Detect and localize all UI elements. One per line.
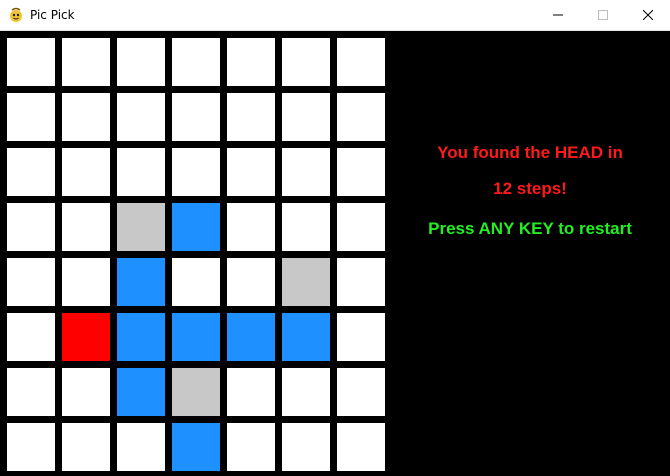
game-canvas[interactable]: You found the HEAD in 12 steps! Press AN…: [0, 31, 670, 476]
result-panel: You found the HEAD in 12 steps! Press AN…: [390, 31, 670, 476]
restart-hint: Press ANY KEY to restart: [428, 219, 632, 238]
board-cell-empty[interactable]: [282, 38, 330, 86]
board-cell-empty[interactable]: [337, 313, 385, 361]
minimize-icon: [552, 14, 563, 16]
board-cell-empty[interactable]: [227, 38, 275, 86]
board-cell-empty[interactable]: [282, 423, 330, 471]
board-cell-empty[interactable]: [227, 93, 275, 141]
result-line-1: You found the HEAD in: [437, 143, 623, 162]
board-cell-empty[interactable]: [282, 148, 330, 196]
window-title: Pic Pick: [30, 8, 75, 22]
board-cell-empty[interactable]: [62, 368, 110, 416]
board-cell-body[interactable]: [117, 313, 165, 361]
maximize-button[interactable]: [580, 0, 625, 30]
board-cell-body[interactable]: [117, 368, 165, 416]
board-cell-empty[interactable]: [62, 258, 110, 306]
board-cell-empty[interactable]: [337, 93, 385, 141]
board-cell-empty[interactable]: [337, 423, 385, 471]
board-cell-empty[interactable]: [7, 93, 55, 141]
board-cell-empty[interactable]: [227, 258, 275, 306]
pygame-snake-icon: [8, 7, 24, 23]
board-cell-empty[interactable]: [337, 148, 385, 196]
board-cell-body[interactable]: [172, 313, 220, 361]
board-cell-empty[interactable]: [227, 148, 275, 196]
board-cell-empty[interactable]: [7, 258, 55, 306]
board-cell-empty[interactable]: [172, 258, 220, 306]
board-cell-empty[interactable]: [62, 148, 110, 196]
minimize-button[interactable]: [535, 0, 580, 30]
board-cell-empty[interactable]: [7, 38, 55, 86]
title-bar: Pic Pick: [0, 0, 670, 31]
board-cell-body[interactable]: [227, 313, 275, 361]
board-cell-empty[interactable]: [62, 38, 110, 86]
board-cell-empty[interactable]: [172, 93, 220, 141]
board-cell-empty[interactable]: [337, 38, 385, 86]
board-cell-empty[interactable]: [117, 93, 165, 141]
board-cell-miss[interactable]: [117, 203, 165, 251]
board-cell-body[interactable]: [117, 258, 165, 306]
board-cell-empty[interactable]: [7, 313, 55, 361]
board-cell-head[interactable]: [62, 313, 110, 361]
game-board: [0, 31, 390, 476]
close-icon: [642, 10, 653, 20]
board-cell-empty[interactable]: [7, 368, 55, 416]
board-cell-empty[interactable]: [7, 423, 55, 471]
board-cell-empty[interactable]: [227, 368, 275, 416]
board-cell-empty[interactable]: [282, 93, 330, 141]
board-cell-body[interactable]: [172, 423, 220, 471]
board-cell-empty[interactable]: [62, 423, 110, 471]
board-cell-body[interactable]: [172, 203, 220, 251]
board-cell-empty[interactable]: [7, 148, 55, 196]
board-cell-empty[interactable]: [62, 93, 110, 141]
maximize-icon: [597, 10, 608, 20]
board-cell-empty[interactable]: [227, 203, 275, 251]
board-cell-empty[interactable]: [282, 203, 330, 251]
result-line-2: 12 steps!: [493, 179, 567, 198]
board-cell-empty[interactable]: [7, 203, 55, 251]
board-cell-empty[interactable]: [62, 203, 110, 251]
board-cell-empty[interactable]: [337, 368, 385, 416]
close-button[interactable]: [625, 0, 670, 30]
board-cell-miss[interactable]: [282, 258, 330, 306]
board-cell-empty[interactable]: [337, 258, 385, 306]
board-cell-empty[interactable]: [227, 423, 275, 471]
board-cell-empty[interactable]: [337, 203, 385, 251]
board-cell-empty[interactable]: [117, 38, 165, 86]
board-cell-empty[interactable]: [117, 148, 165, 196]
board-cell-empty[interactable]: [172, 38, 220, 86]
board-cell-empty[interactable]: [172, 148, 220, 196]
board-cell-empty[interactable]: [282, 368, 330, 416]
board-cell-empty[interactable]: [117, 423, 165, 471]
board-cell-body[interactable]: [282, 313, 330, 361]
board-cell-miss[interactable]: [172, 368, 220, 416]
